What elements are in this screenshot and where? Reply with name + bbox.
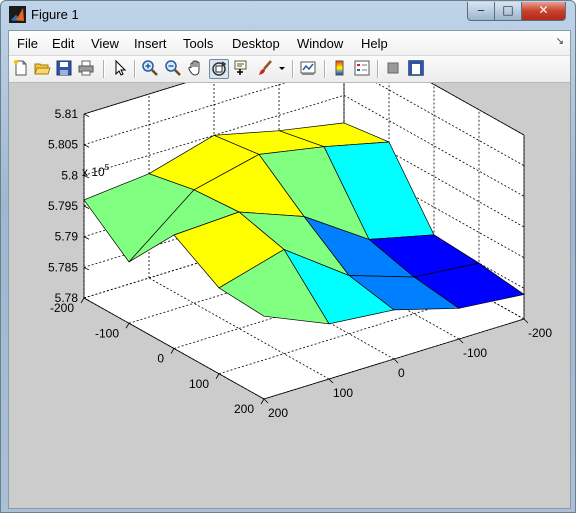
x-tick-label: 200	[234, 402, 254, 416]
zoom-in-button[interactable]	[141, 59, 161, 79]
brush-icon	[259, 60, 272, 75]
z-tick-label: 5.795	[48, 199, 78, 213]
maximize-icon: □	[502, 3, 514, 17]
print-figure-button[interactable]	[77, 59, 97, 79]
y-tick-mark	[263, 398, 269, 404]
legend-icon	[354, 60, 370, 76]
menu-view[interactable]: View	[91, 36, 119, 51]
chevron-down-icon	[279, 67, 285, 70]
x-tick-mark	[215, 373, 220, 379]
data-cursor-button[interactable]	[232, 59, 252, 79]
save-figure-button[interactable]	[55, 59, 75, 79]
close-icon: ✕	[538, 3, 549, 17]
z-tick-label: 5.805	[48, 138, 78, 152]
zoom-out-button[interactable]	[164, 59, 184, 79]
hide-plot-tools-icon	[387, 62, 399, 74]
x-tick-label: -200	[50, 301, 74, 315]
rotate-3d-button[interactable]	[209, 59, 229, 79]
x-tick-label: 100	[189, 377, 209, 391]
zoom-out-icon	[165, 60, 181, 76]
link-plot-icon	[300, 61, 316, 75]
y-tick-mark	[523, 318, 529, 324]
window-title: Figure 1	[31, 7, 79, 22]
open-file-button[interactable]	[33, 59, 53, 79]
figure-client-area: File Edit View Insert Tools Desktop Wind…	[8, 30, 571, 509]
x-tick-label: -100	[95, 326, 119, 340]
y-tick-label: -200	[528, 326, 552, 340]
y-tick-mark	[393, 358, 399, 364]
save-disk-icon	[56, 60, 72, 76]
folder-open-icon	[34, 63, 51, 75]
menu-insert[interactable]: Insert	[134, 36, 167, 51]
zoom-in-icon	[142, 60, 158, 76]
maximize-button[interactable]: □	[494, 2, 522, 21]
menu-tools[interactable]: Tools	[183, 36, 213, 51]
x-tick-mark	[170, 348, 175, 354]
new-document-icon	[14, 60, 27, 76]
link-plot-button[interactable]	[299, 59, 319, 79]
toolbar-separator	[377, 60, 379, 78]
edit-plot-button[interactable]	[110, 59, 130, 79]
toolbar-separator	[103, 60, 105, 78]
x-tick-label: 0	[157, 352, 164, 366]
menu-edit[interactable]: Edit	[52, 36, 74, 51]
y-tick-label: 100	[333, 386, 353, 400]
x-tick-mark	[80, 297, 85, 304]
menu-desktop[interactable]: Desktop	[232, 36, 280, 51]
figure-toolbar	[9, 56, 570, 83]
z-tick-label: 5.81	[55, 107, 79, 121]
x-tick-mark	[125, 323, 130, 329]
insert-legend-button[interactable]	[353, 59, 373, 79]
show-plot-tools-icon	[408, 60, 424, 76]
menu-bar: File Edit View Insert Tools Desktop Wind…	[9, 31, 570, 56]
data-cursor-icon	[234, 60, 247, 75]
menu-help[interactable]: Help	[361, 36, 388, 51]
matlab-logo-icon	[9, 6, 26, 23]
close-button[interactable]: ✕	[521, 2, 566, 21]
rotate-3d-icon	[212, 61, 227, 76]
z-tick-label: 5.8	[61, 168, 78, 182]
z-tick-label: 5.79	[55, 230, 79, 244]
hide-plot-tools-button[interactable]	[384, 59, 404, 79]
toolbar-separator	[324, 60, 326, 78]
colorbar-icon	[335, 60, 344, 76]
hand-pan-icon	[188, 60, 200, 76]
pan-button[interactable]	[187, 59, 207, 79]
title-bar[interactable]: Figure 1 ‒ □ ✕	[1, 1, 575, 29]
plot-canvas[interactable]: 5.78 5.785 5.79 5.795 5.8 5.805 5.81 -200 -100 0 1…	[9, 33, 570, 508]
x-tick-mark	[260, 398, 265, 405]
minimize-button[interactable]: ‒	[467, 2, 495, 21]
minimize-icon: ‒	[477, 3, 485, 17]
y-tick-label: 200	[268, 406, 288, 420]
y-tick-mark	[328, 378, 334, 384]
y-tick-label: 0	[398, 366, 405, 380]
z-tick-label: 5.785	[48, 260, 78, 274]
brush-dropdown-button[interactable]	[277, 59, 287, 79]
surface-plot[interactable]: 5.785.7855.795.7955.85.8055.81-200-10001…	[9, 33, 570, 508]
toolbar-separator	[134, 60, 136, 78]
arrow-pointer-icon	[115, 59, 127, 76]
toolbar-separator	[292, 60, 294, 78]
insert-colorbar-button[interactable]	[331, 59, 351, 79]
dock-arrow-icon[interactable]: ↘	[556, 36, 564, 47]
printer-icon	[78, 60, 94, 76]
menu-file[interactable]: File	[17, 36, 38, 51]
menu-window[interactable]: Window	[297, 36, 343, 51]
new-figure-button[interactable]	[12, 59, 32, 79]
brush-button[interactable]	[256, 59, 276, 79]
figure-window: Figure 1 ‒ □ ✕ File Edit View Insert Too…	[0, 0, 576, 513]
show-plot-tools-button[interactable]	[407, 59, 427, 79]
y-tick-mark	[458, 338, 464, 344]
y-tick-label: -100	[463, 346, 487, 360]
